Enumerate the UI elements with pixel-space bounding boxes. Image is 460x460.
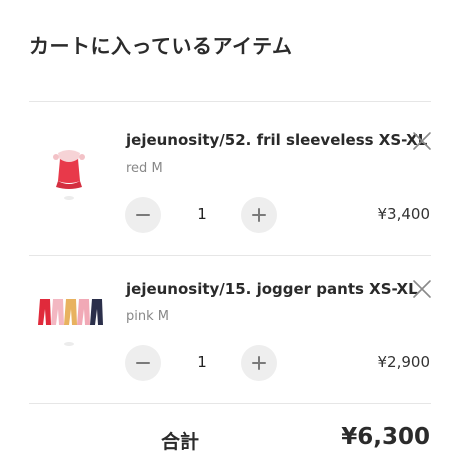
product-variant: pink M [126,309,169,324]
remove-item-button[interactable] [412,279,432,299]
total-value: ¥6,300 [341,424,430,450]
minus-icon [136,214,150,216]
quantity-value: 1 [197,205,207,223]
minus-icon [136,362,150,364]
increment-quantity-button[interactable] [241,197,277,233]
decrement-quantity-button[interactable] [125,345,161,381]
product-thumbnail[interactable] [34,291,104,363]
close-icon [413,280,431,298]
decrement-quantity-button[interactable] [125,197,161,233]
close-icon [413,132,431,150]
product-thumbnail[interactable] [34,143,104,215]
cart-item: jejeunosity/15. jogger pants XS-XL pink … [0,255,460,405]
product-name[interactable]: jejeunosity/52. fril sleeveless XS-XL [126,131,427,149]
plus-icon [252,356,266,370]
total-label: 合計 [161,431,200,453]
remove-item-button[interactable] [412,131,432,151]
cart-item: jejeunosity/52. fril sleeveless XS-XL re… [0,101,460,251]
item-price: ¥3,400 [377,205,431,223]
plus-icon [252,208,266,222]
divider [29,403,431,404]
quantity-value: 1 [197,353,207,371]
page-title: カートに入っているアイテム [29,34,293,58]
product-variant: red M [126,161,163,176]
increment-quantity-button[interactable] [241,345,277,381]
product-name[interactable]: jejeunosity/15. jogger pants XS-XL [126,280,418,298]
item-price: ¥2,900 [377,353,431,371]
